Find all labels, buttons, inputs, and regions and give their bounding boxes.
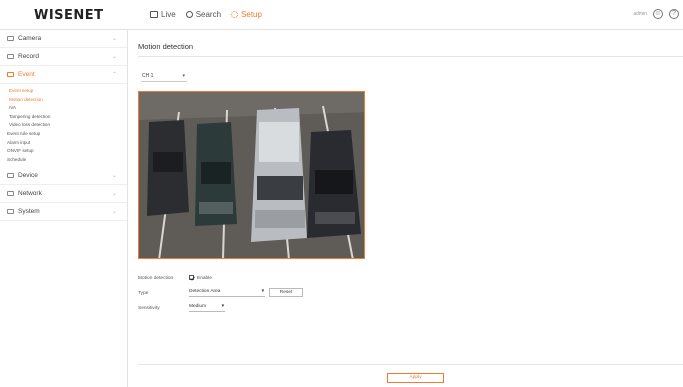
chevron-down-icon: ⌄: [111, 173, 117, 180]
type-value: Detection Area: [189, 289, 221, 294]
sidebar-item-label: Event: [18, 71, 35, 78]
sidebar-item-label: Network: [18, 190, 42, 198]
chevron-down-icon: ▾: [261, 289, 264, 294]
channel-select[interactable]: CH 1 ▾: [141, 71, 187, 82]
submenu-schedule[interactable]: Schedule: [7, 156, 127, 165]
nav-search[interactable]: Search: [185, 10, 222, 19]
page-title: Motion detection: [138, 42, 194, 51]
chevron-down-icon: ⌄: [111, 191, 117, 198]
main-content: Motion detection CH 1 ▾ Motion detection…: [129, 30, 683, 387]
sidebar-item-network[interactable]: Network ⌄: [0, 185, 127, 204]
top-header: WISENET Live Search Setup admin ☺ ?: [0, 0, 683, 30]
type-label: Type: [138, 291, 149, 296]
event-icon: [7, 72, 14, 77]
nav-search-label: Search: [195, 10, 222, 19]
event-submenu: Event setup Motion detection IVA Tamperi…: [0, 84, 127, 167]
network-icon: [7, 191, 14, 197]
chevron-down-icon: ⌄: [111, 209, 117, 216]
sensitivity-value: Medium: [189, 304, 207, 309]
monitor-icon: [150, 11, 158, 18]
sidebar-item-label: Record: [18, 53, 39, 60]
channel-value: CH 1: [142, 73, 154, 79]
submenu-event-rule-setup[interactable]: Event rule setup: [7, 130, 127, 139]
check-icon: [190, 276, 195, 281]
search-icon: [185, 11, 193, 18]
sidebar-item-label: Device: [18, 172, 38, 180]
submenu-iva[interactable]: IVA: [7, 104, 127, 113]
sidebar-item-label: Camera: [18, 35, 42, 42]
sidebar-item-label: System: [18, 208, 40, 216]
submenu-motion-detection[interactable]: Motion detection: [7, 96, 127, 105]
parking-lot-image: [139, 92, 364, 258]
device-icon: [7, 173, 14, 179]
enable-checkbox[interactable]: [189, 275, 195, 281]
submenu-tampering-detection[interactable]: Tampering detection: [7, 113, 127, 122]
nav-setup[interactable]: Setup: [231, 10, 262, 19]
chevron-down-icon: ⌄: [111, 36, 117, 42]
sidebar-item-camera[interactable]: Camera ⌄: [0, 30, 127, 48]
sidebar-item-record[interactable]: Record ⌄: [0, 48, 127, 66]
type-select[interactable]: Detection Area ▾: [189, 288, 265, 297]
submenu-video-loss-detection[interactable]: Video loss detection: [7, 121, 127, 130]
chevron-up-icon: ⌃: [111, 72, 117, 78]
user-name[interactable]: admin: [633, 11, 647, 17]
wisenet-logo: WISENET: [34, 8, 104, 23]
divider: [138, 56, 683, 57]
submenu-alarm-input[interactable]: Alarm input: [7, 139, 127, 148]
chevron-down-icon: ⌄: [111, 54, 117, 60]
nav-setup-label: Setup: [241, 10, 262, 19]
submenu-onvif-setup[interactable]: ONVIF setup: [7, 147, 127, 156]
system-icon: [7, 209, 14, 215]
gear-icon: [231, 11, 239, 18]
chevron-down-icon: ▾: [221, 304, 224, 309]
nav-live[interactable]: Live: [150, 10, 176, 19]
reset-button[interactable]: Reset: [269, 288, 303, 297]
nav-live-label: Live: [161, 10, 176, 19]
help-icon[interactable]: ?: [669, 9, 679, 19]
submenu-event-setup[interactable]: Event setup: [7, 87, 127, 96]
header-right: admin ☺ ?: [633, 9, 679, 19]
apply-button[interactable]: Apply: [387, 373, 444, 383]
camera-icon: [7, 36, 14, 41]
sidebar: Camera ⌄ Record ⌄ Event ⌃ Event setup Mo…: [0, 30, 128, 387]
record-icon: [7, 54, 14, 59]
sidebar-item-system[interactable]: System ⌄: [0, 203, 127, 222]
sidebar-item-event[interactable]: Event ⌃: [0, 66, 127, 84]
top-navigation: Live Search Setup: [150, 10, 262, 19]
motion-detection-label: Motion detection: [138, 276, 174, 281]
sensitivity-label: Sensitivity: [138, 306, 160, 311]
divider: [138, 364, 683, 365]
sensitivity-select[interactable]: Medium ▾: [189, 303, 225, 312]
camera-video-preview[interactable]: [138, 91, 365, 259]
sidebar-item-device[interactable]: Device ⌄: [0, 167, 127, 186]
enable-label: Enable: [197, 276, 212, 281]
chevron-down-icon: ▾: [182, 73, 185, 79]
user-icon[interactable]: ☺: [653, 9, 663, 19]
